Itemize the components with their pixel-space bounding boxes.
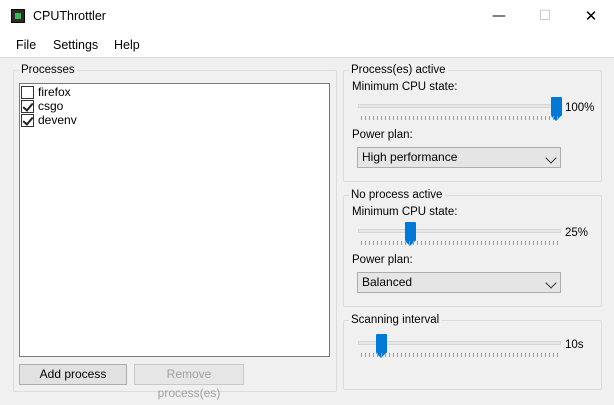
close-button[interactable]: ✕ bbox=[568, 0, 614, 32]
menu-help[interactable]: Help bbox=[114, 38, 140, 52]
active-min-cpu-slider[interactable] bbox=[358, 104, 561, 108]
chevron-down-icon bbox=[545, 277, 557, 289]
inactive-min-cpu-label: Minimum CPU state: bbox=[352, 206, 458, 218]
process-checkbox[interactable] bbox=[21, 114, 34, 127]
inactive-power-plan-value: Balanced bbox=[362, 275, 413, 289]
title-bar: CPUThrottler — ☐ ✕ bbox=[0, 0, 614, 32]
active-title: Process(es) active bbox=[349, 63, 448, 77]
inactive-min-cpu-value: 25% bbox=[565, 227, 589, 239]
menu-file[interactable]: File bbox=[16, 38, 36, 52]
slider-ticks bbox=[361, 241, 561, 245]
scanning-interval-value: 10s bbox=[565, 339, 584, 351]
minimize-button[interactable]: — bbox=[476, 0, 522, 32]
slider-thumb[interactable] bbox=[404, 222, 416, 246]
process-name: devenv bbox=[38, 113, 77, 127]
chevron-down-icon bbox=[545, 152, 557, 164]
inactive-min-cpu-slider[interactable] bbox=[358, 229, 561, 233]
minimize-icon: — bbox=[492, 8, 506, 24]
menu-bar: File Settings Help bbox=[0, 32, 614, 57]
slider-ticks bbox=[361, 116, 561, 120]
maximize-button[interactable]: ☐ bbox=[522, 0, 568, 32]
add-process-button[interactable]: Add process bbox=[19, 364, 127, 385]
window-title: CPUThrottler bbox=[33, 9, 106, 23]
scanning-title: Scanning interval bbox=[349, 313, 442, 327]
menu-settings[interactable]: Settings bbox=[53, 38, 98, 52]
processes-title: Processes bbox=[19, 63, 77, 77]
close-icon: ✕ bbox=[584, 7, 598, 25]
slider-thumb[interactable] bbox=[375, 334, 387, 358]
process-list[interactable]: firefox csgo devenv bbox=[19, 83, 330, 357]
inactive-power-plan-select[interactable]: Balanced bbox=[357, 272, 561, 293]
slider-thumb[interactable] bbox=[551, 97, 562, 121]
process-name: csgo bbox=[38, 99, 64, 113]
inactive-title: No process active bbox=[349, 188, 445, 202]
maximize-icon: ☐ bbox=[538, 8, 552, 24]
slider-ticks bbox=[361, 353, 561, 357]
inactive-power-plan-label: Power plan: bbox=[352, 254, 413, 266]
active-min-cpu-value: 100% bbox=[565, 102, 595, 114]
scanning-interval-slider[interactable] bbox=[358, 341, 561, 345]
remove-process-button[interactable]: Remove process(es) bbox=[134, 364, 244, 400]
active-power-plan-select[interactable]: High performance bbox=[357, 147, 561, 168]
process-name: firefox bbox=[38, 85, 71, 99]
process-checkbox[interactable] bbox=[21, 86, 34, 99]
active-power-plan-value: High performance bbox=[362, 150, 458, 164]
process-checkbox[interactable] bbox=[21, 100, 34, 113]
cpu-chip-icon bbox=[11, 9, 25, 23]
active-min-cpu-label: Minimum CPU state: bbox=[352, 81, 458, 93]
active-power-plan-label: Power plan: bbox=[352, 129, 413, 141]
